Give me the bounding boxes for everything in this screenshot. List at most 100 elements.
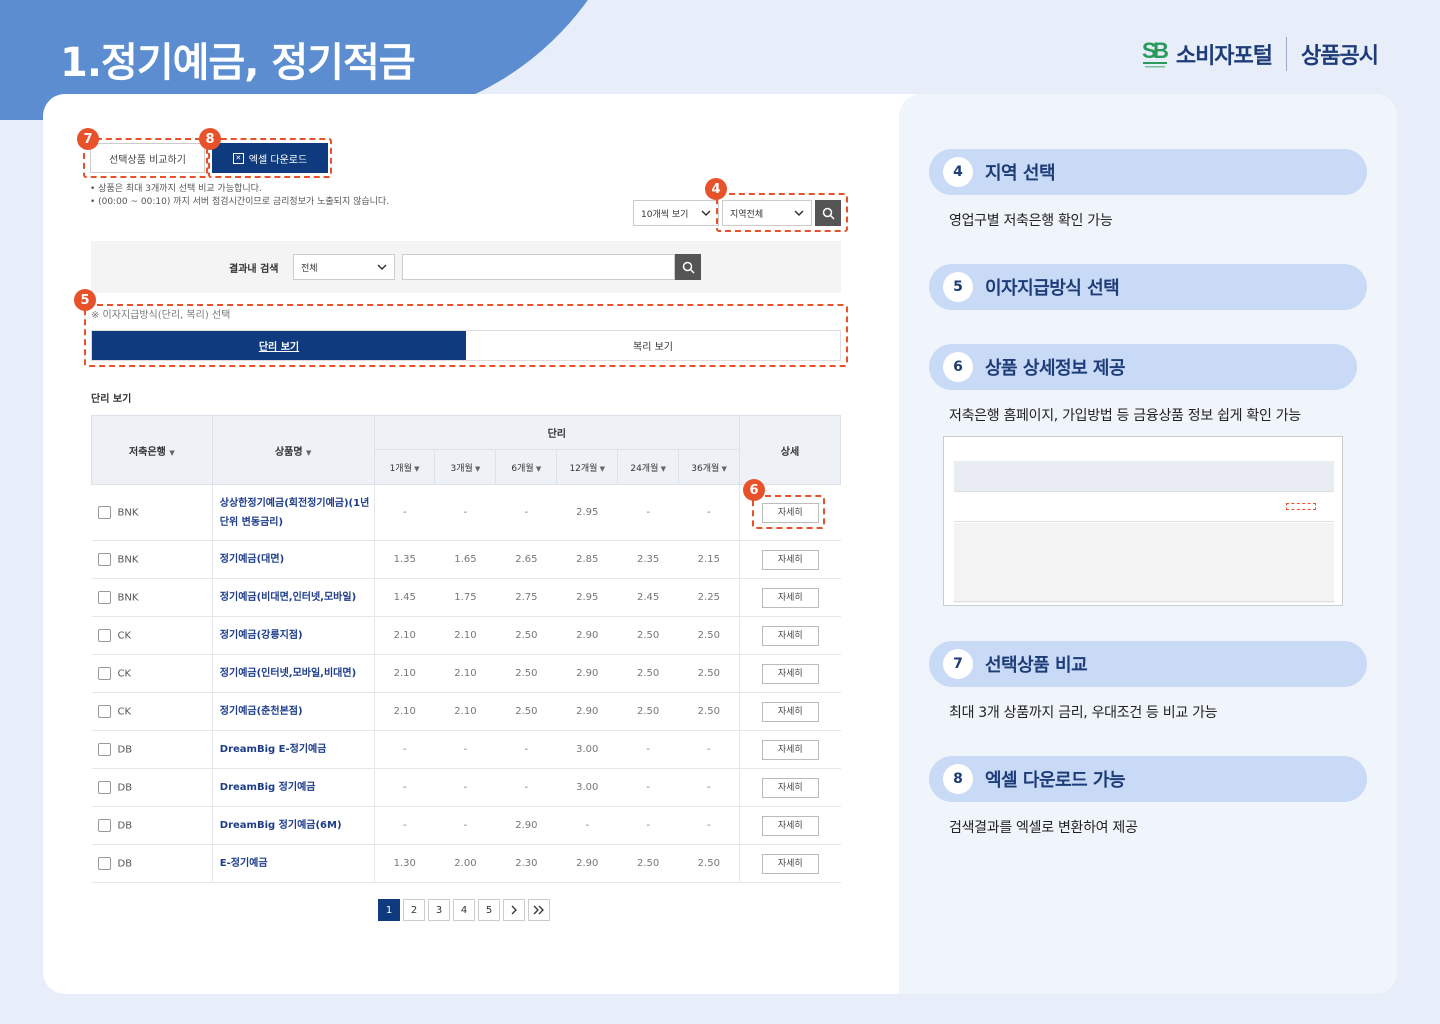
rate-cell: 2.10 [374,616,435,655]
row-checkbox[interactable] [97,705,111,718]
row-checkbox[interactable] [97,857,111,870]
detail-button[interactable]: 자세히 [761,739,819,760]
rate-cell: 1.65 [434,540,496,579]
page-button[interactable]: 3 [428,899,450,921]
bank-name: CK [117,630,132,642]
feature-5-title: 이자지급방식 선택 [985,278,1120,299]
detail-button[interactable]: 자세히 [761,815,819,836]
feature-8-title: 엑셀 다운로드 가능 [985,770,1126,791]
result-search-panel: 결과내 검색 전체 [91,241,841,293]
page-size-select[interactable]: 10개씩 보기 [633,200,719,226]
rate-cell: 1.45 [374,578,435,617]
detail-button[interactable]: 자세히 [761,701,819,722]
rate-cell: 1.30 [374,844,435,883]
row-checkbox[interactable] [97,781,111,794]
col-header-term[interactable]: 3개월 ▼ [434,449,497,485]
product-name-link[interactable]: DreamBig 정기예금(6M) [212,806,375,845]
rate-cell: 2.50 [678,654,740,693]
bank-name: DB [117,782,133,794]
detail-button[interactable]: 자세히 [761,853,819,874]
rate-cell: 2.10 [434,616,496,655]
rate-cell: 1.35 [374,540,435,579]
brand-name: 소비자포털 [1175,44,1273,69]
rate-cell: - [374,484,435,541]
bank-name: BNK [117,507,139,519]
rate-cell: - [617,768,679,807]
page-button[interactable]: 2 [403,899,425,921]
bank-name: DB [117,744,133,756]
double-chevron-right-icon [533,905,544,915]
product-name-link[interactable]: DreamBig 정기예금 [212,768,375,807]
rate-cell: 2.50 [495,692,557,731]
feature-8-pill: 8 엑셀 다운로드 가능 [929,756,1367,802]
marker-8-badge: 8 [199,128,221,150]
rate-cell: 3.00 [556,730,618,769]
sort-icon: ▼ [597,464,606,473]
sb-logo-icon: S B [1142,38,1168,68]
row-checkbox[interactable] [97,553,111,566]
row-checkbox[interactable] [97,743,111,756]
row-checkbox[interactable] [97,591,111,604]
page-button[interactable]: 1 [378,899,400,921]
rate-cell: - [374,768,435,807]
bank-name: BNK [117,592,139,604]
rate-cell: 2.90 [556,692,618,731]
rate-cell: - [495,768,557,807]
brand-header: S B 소비자포털 상품공시 [1142,36,1379,72]
row-checkbox[interactable] [97,506,111,519]
detail-button[interactable]: 자세히 [761,663,819,684]
rate-cell: 2.50 [617,692,679,731]
col-header-bank[interactable]: 저축은행 ▼ [91,415,213,485]
rate-cell: 3.00 [556,768,618,807]
sort-icon: ▼ [169,448,175,457]
result-search-scope[interactable]: 전체 [293,254,395,280]
rate-cell: 2.30 [495,844,557,883]
detail-button[interactable]: 자세히 [761,549,819,570]
product-name-link[interactable]: 상상한정기예금(회전정기예금)(1년단위 변동금리) [212,484,375,541]
brand-logo: S B 소비자포털 [1142,36,1273,72]
detail-button[interactable]: 자세히 [761,625,819,646]
product-name-link[interactable]: 정기예금(강릉지점) [212,616,375,655]
col-header-term[interactable]: 12개월 ▼ [556,449,619,485]
rate-cell: - [617,484,679,541]
rate-cell: 2.10 [374,692,435,731]
feature-7-pill: 7 선택상품 비교 [929,641,1367,687]
chevron-right-icon [511,905,517,915]
row-checkbox[interactable] [97,629,111,642]
result-search-input[interactable] [402,254,675,280]
rate-cell: - [374,730,435,769]
page-title: 1.정기예금, 정기적금 [60,40,416,86]
product-name-link[interactable]: 정기예금(인터넷,모바일,비대면) [212,654,375,693]
product-name-link[interactable]: E-정기예금 [212,844,375,883]
col-header-term[interactable]: 6개월 ▼ [495,449,558,485]
detail-preview-image [943,436,1343,606]
page-button[interactable]: 4 [453,899,475,921]
result-search-button[interactable] [675,254,701,280]
rate-cell: 2.50 [678,616,740,655]
last-page-button[interactable] [528,899,550,921]
feature-7-title: 선택상품 비교 [985,655,1088,676]
marker-6-box [752,495,825,529]
marker-5-box [84,304,848,367]
row-checkbox[interactable] [97,667,111,680]
rate-cell: 2.75 [495,578,557,617]
product-name-link[interactable]: DreamBig E-정기예금 [212,730,375,769]
chevron-down-icon [701,210,711,217]
notice-line-2: • (00:00 ~ 00:10) 까지 서버 점검시간이므로 금리정보가 노출… [90,197,390,207]
col-header-product[interactable]: 상품명 ▼ [211,415,375,485]
product-name-link[interactable]: 정기예금(춘천본점) [212,692,375,731]
row-checkbox[interactable] [97,819,111,832]
detail-button[interactable]: 자세히 [761,587,819,608]
col-header-term[interactable]: 1개월 ▼ [373,449,436,485]
rate-cell: - [434,484,496,541]
next-page-button[interactable] [503,899,525,921]
col-header-term[interactable]: 24개월 ▼ [617,449,680,485]
col-header-term[interactable]: 36개월 ▼ [678,449,741,485]
product-name-link[interactable]: 정기예금(비대면,인터넷,모바일) [212,578,375,617]
page-button[interactable]: 5 [478,899,500,921]
feature-4-title: 지역 선택 [985,163,1056,184]
detail-button[interactable]: 자세히 [761,777,819,798]
marker-4-box [716,193,848,232]
product-name-link[interactable]: 정기예금(대면) [212,540,375,579]
rate-cell: 2.90 [556,654,618,693]
